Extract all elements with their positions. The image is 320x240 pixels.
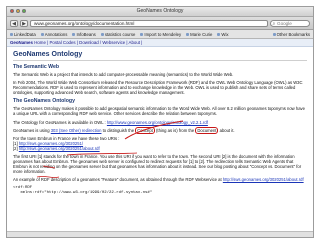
page-content: GeoNames Ontology The Semantic Web The S… bbox=[7, 47, 313, 196]
bookmark-icon bbox=[10, 32, 13, 36]
bookmark-wix[interactable]: Wix bbox=[217, 32, 229, 37]
forward-button[interactable]: ▶ bbox=[20, 19, 28, 27]
title-bar: GeoNames Ontology bbox=[7, 7, 313, 17]
search-field[interactable]: ⌕ Google bbox=[270, 19, 310, 27]
rdf-webservice-link[interactable]: http://sws.geonames.org/3020251/about.rd… bbox=[223, 177, 304, 182]
paragraph-rdf-owl: In Feb 2004, The World Wide Web Consorti… bbox=[13, 80, 303, 96]
folder-icon bbox=[272, 32, 276, 36]
bookmark-icon bbox=[140, 32, 144, 36]
bookmark-import-mendeley[interactable]: Import to Mendeley bbox=[140, 32, 181, 37]
bookmark-linkeddata[interactable]: LinkedData bbox=[10, 32, 36, 37]
see-other-link[interactable]: 303 (See Other) redirection bbox=[51, 128, 102, 133]
bookmark-infobeans[interactable]: InfoBeans bbox=[72, 32, 96, 37]
back-button[interactable]: ◀ bbox=[10, 19, 18, 27]
paragraph-owl-link: The Ontology for GeoNames is available i… bbox=[13, 119, 208, 125]
status-bar bbox=[7, 231, 313, 237]
document-highlight: Document bbox=[195, 126, 219, 134]
paragraph-geonames-ontology: The GeoNames Ontology makes it possible … bbox=[13, 106, 305, 117]
browser-toolbar: ◀ ▶ www.geonames.org/ontology/documentat… bbox=[7, 17, 313, 30]
page-title: GeoNames Ontology bbox=[13, 51, 307, 61]
other-bookmarks[interactable]: Other Bookmarks bbox=[272, 32, 310, 37]
concept-highlight: Concept bbox=[135, 126, 155, 134]
browser-window: GeoNames Ontology ◀ ▶ www.geonames.org/o… bbox=[6, 6, 314, 238]
bookmark-annotations[interactable]: Annotations bbox=[40, 32, 67, 37]
search-icon: ⌕ bbox=[272, 20, 276, 27]
address-bar[interactable]: www.geonames.org/ontology/documentation.… bbox=[30, 19, 268, 27]
code-line: xmlns:rdf="http://www.w3.org/1999/02/22-… bbox=[13, 190, 153, 195]
window-title: GeoNames Ontology bbox=[136, 8, 184, 14]
ontology-rdf-link[interactable]: http://www.geonames.org/ontology/ontolog… bbox=[107, 120, 208, 125]
bookmark-statistics-course[interactable]: statistics course bbox=[100, 32, 135, 37]
bookmark-icon bbox=[100, 32, 104, 36]
bookmark-icon bbox=[186, 32, 190, 36]
site-brand[interactable]: GeoNames bbox=[10, 40, 33, 45]
search-placeholder: Google bbox=[277, 20, 292, 26]
site-nav-links[interactable]: Home | Postal Codes | Download / Webserv… bbox=[34, 40, 142, 45]
embrun-about-link[interactable]: http://sws.geonames.org/3020251/about.rd… bbox=[19, 146, 100, 151]
section-heading-semantic-web: The Semantic Web bbox=[13, 64, 60, 70]
bookmarks-bar: LinkedData Annotations InfoBeans statist… bbox=[7, 30, 313, 39]
section-heading-geonames-ontology: The GeoNames Ontology bbox=[13, 98, 75, 105]
site-navigation: GeoNames Home | Postal Codes | Download … bbox=[7, 39, 313, 47]
bookmark-icon bbox=[217, 32, 221, 36]
paragraph-uri-explanation: The first URI [1] stands for the town in… bbox=[13, 154, 302, 175]
bookmark-icon bbox=[72, 32, 76, 36]
bookmark-icon bbox=[40, 32, 44, 36]
paragraph-rdf-example: An example of RDF description of a geona… bbox=[13, 177, 304, 183]
paragraph-embrun: For the town Embrun in France we have th… bbox=[13, 135, 120, 151]
bookmark-marie-curie[interactable]: Marie Curie bbox=[186, 32, 212, 37]
paragraph-semantic-web: The Semantic Web is a project that inten… bbox=[13, 72, 234, 77]
paragraph-redirection: GeoNames is using 303 (See Other) redire… bbox=[13, 126, 235, 134]
